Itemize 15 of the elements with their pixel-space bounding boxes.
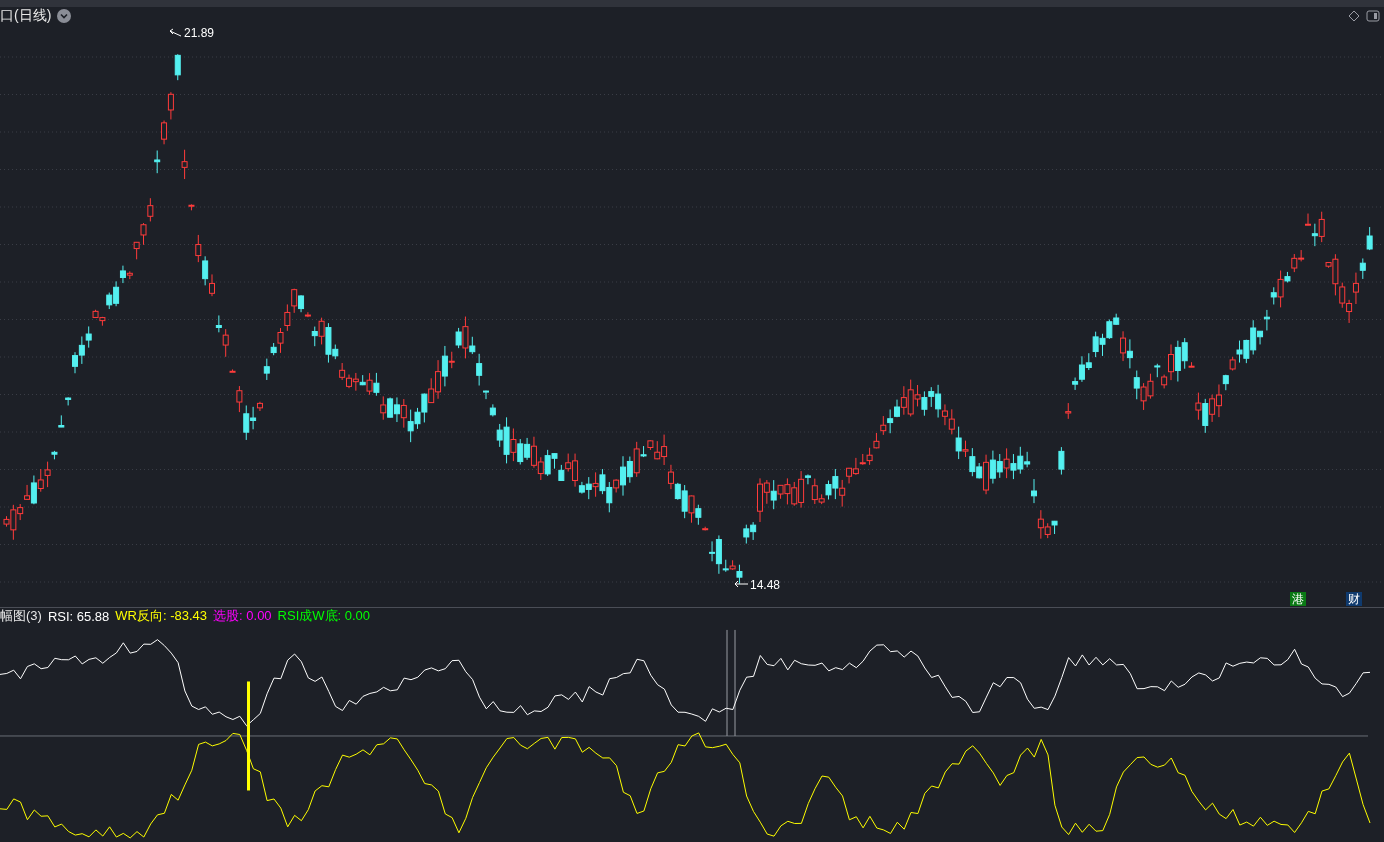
market-badge[interactable]: 财: [1346, 592, 1362, 606]
panel-toggle-icon[interactable]: [1366, 10, 1380, 22]
indicator-value: RSI: 65.88: [47, 608, 110, 624]
indicator-value: 选股: 0.00: [213, 607, 272, 625]
indicator-value: WR反向: -83.43: [115, 607, 208, 625]
high-price-label: 21.89: [184, 26, 215, 40]
indicator-value: RSI成W底: 0.00: [277, 607, 371, 625]
market-badge[interactable]: 港: [1290, 592, 1306, 606]
dropdown-icon[interactable]: [57, 9, 72, 23]
arrow-icon: [734, 580, 749, 588]
arrow-icon: [169, 28, 182, 37]
chart-title: 口(日线): [0, 7, 52, 25]
indicator-name: 幅图(3): [0, 607, 42, 625]
diamond-icon[interactable]: [1348, 10, 1360, 22]
low-price-label: 14.48: [750, 578, 781, 592]
